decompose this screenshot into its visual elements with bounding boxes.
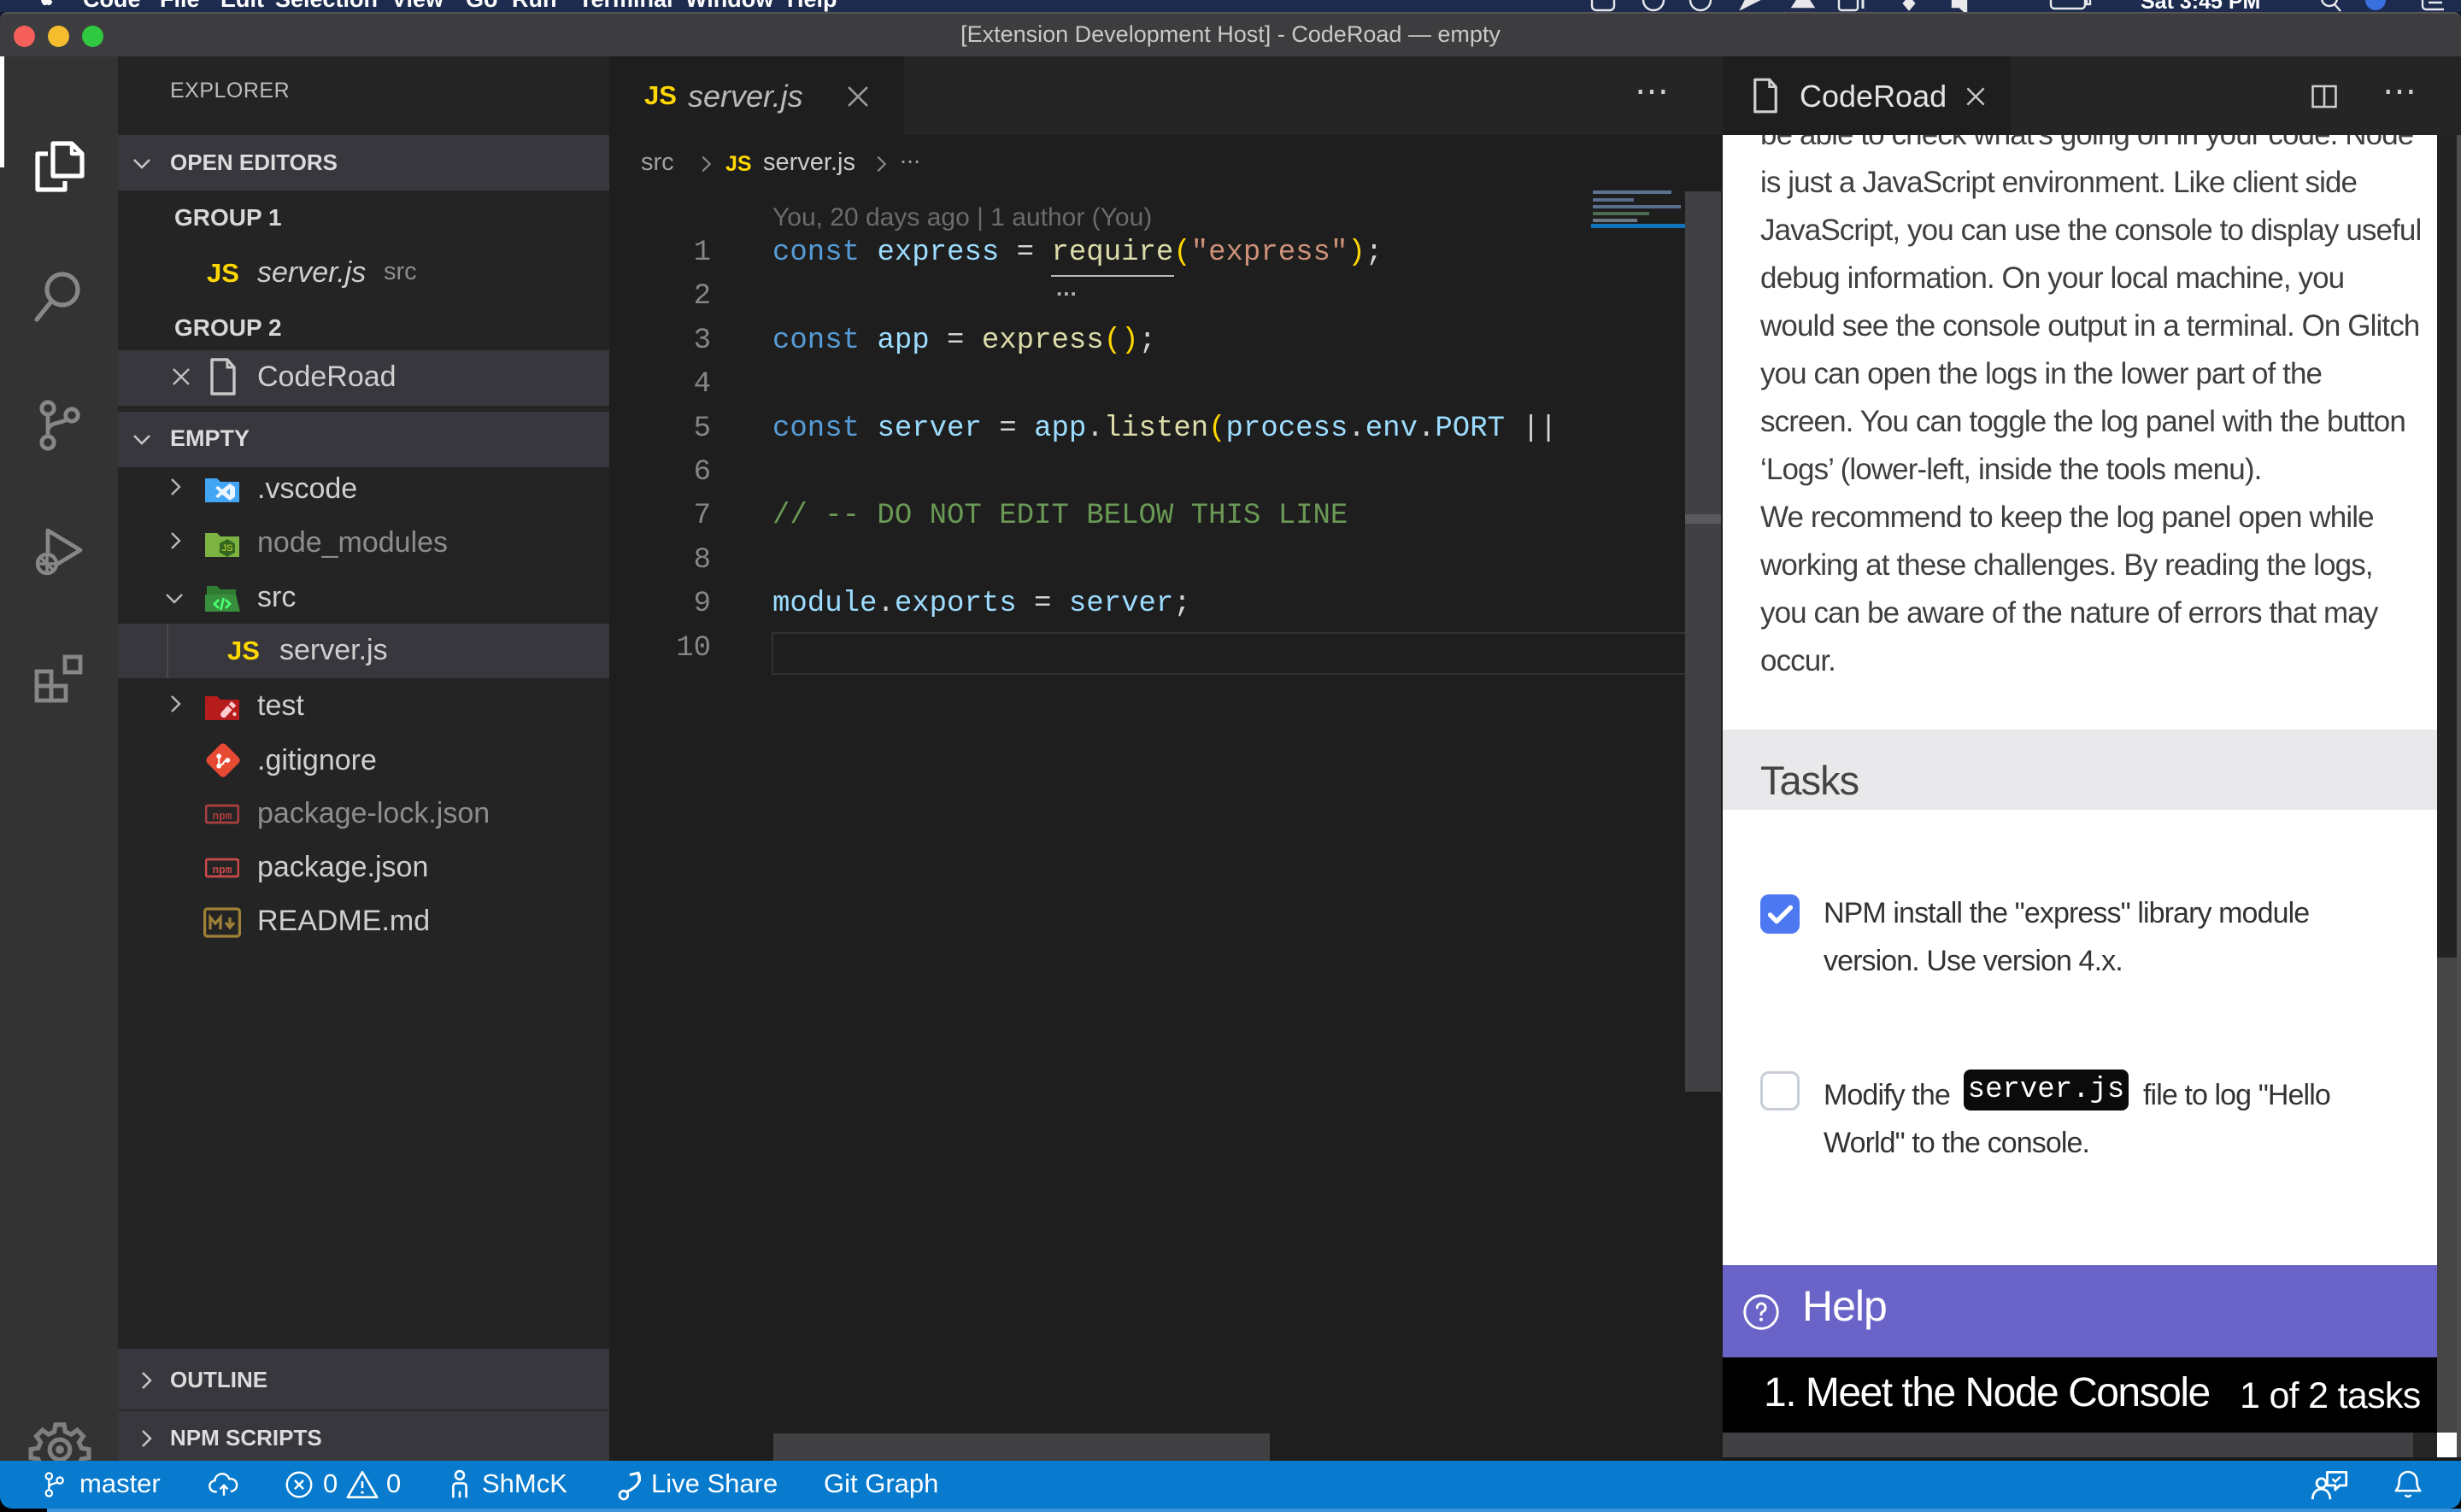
svg-text:npm: npm: [212, 810, 232, 823]
svg-text:JS: JS: [222, 543, 233, 554]
svg-text:Sat 3:45 PM: Sat 3:45 PM: [2141, 0, 2260, 12]
svg-text:npm: npm: [212, 864, 232, 876]
